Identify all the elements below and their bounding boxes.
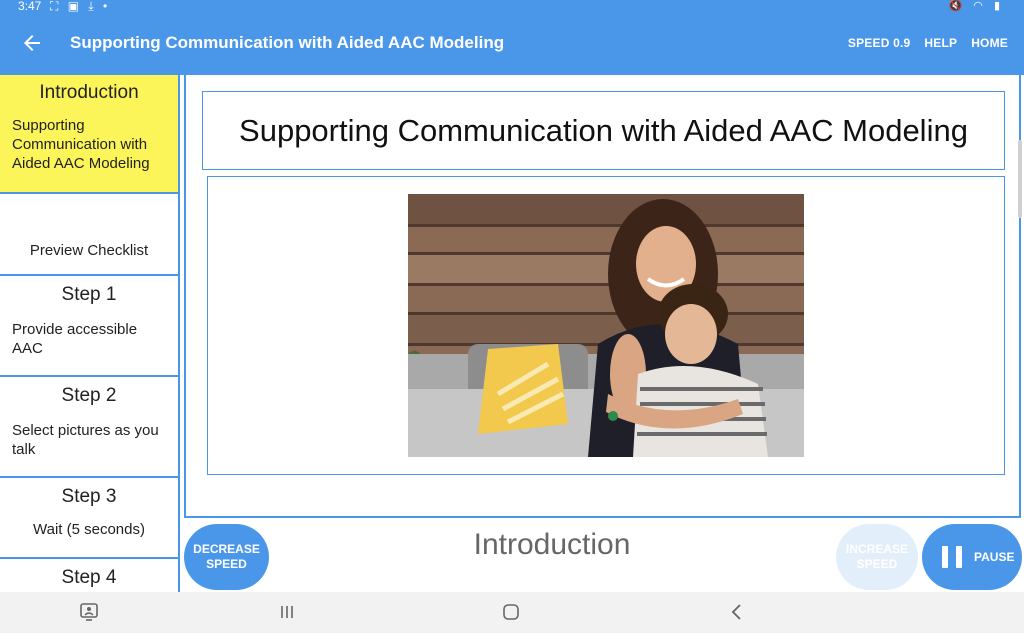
home-nav-icon[interactable] [500,601,522,623]
increase-speed-button[interactable]: INCREASE SPEED [836,524,918,590]
sidebar-item-title: Step 1 [61,284,117,305]
pause-button[interactable]: PAUSE [922,524,1022,590]
sidebar-item-description: Supporting Communication with Aided AAC … [12,117,150,172]
help-button[interactable]: HELP [924,36,957,50]
decrease-speed-button[interactable]: DECREASE SPEED [184,524,269,590]
sidebar-item-step-2[interactable]: Step 2 Select pictures as you talk [0,377,178,478]
sidebar-item-description: Wait (5 seconds) [33,521,145,538]
sidebar-item-step-4[interactable]: Step 4 [0,559,178,592]
status-time: 3:47 [18,0,42,13]
sidebar-item-step-3[interactable]: Step 3 Wait (5 seconds) [0,478,178,559]
home-button[interactable]: HOME [971,36,1008,50]
current-section-label: Introduction [473,528,631,561]
speed-button[interactable]: SPEED 0.9 [848,36,911,50]
pause-label: PAUSE [974,549,1015,564]
sidebar-item-preview-checklist[interactable]: Preview Checklist [0,194,178,276]
recent-apps-icon[interactable] [276,601,298,623]
sidebar-item-step-1[interactable]: Step 1 Provide accessible AAC [0,276,178,377]
app-title: Supporting Communication with Aided AAC … [70,33,505,52]
keyboard-switch-icon[interactable] [78,601,100,623]
scrollbar-thumb[interactable] [1018,140,1022,218]
system-icons: 🔇 ◠ ▮ [948,0,1004,12]
app-bar: Supporting Communication with Aided AAC … [0,14,1024,75]
sidebar-item-label: Preview Checklist [29,242,149,259]
sidebar-item-introduction[interactable]: Introduction Supporting Communication wi… [0,75,178,194]
sidebar-item-description: Select pictures as you talk [12,422,159,458]
sidebar-item-title: Step 4 [61,567,117,588]
pause-icon [942,546,962,568]
sidebar: Introduction Supporting Communication wi… [0,75,180,592]
lesson-photo [408,194,804,457]
sidebar-item-description: Provide accessible AAC [12,321,138,357]
decrease-speed-line2: SPEED [206,557,247,571]
status-bar: 3:47 ⛶ ▣ ⤓ • 🔇 ◠ ▮ [0,0,1024,14]
decrease-speed-line1: DECREASE [193,542,260,556]
system-nav-bar [0,592,1024,633]
lesson-title-box: Supporting Communication with Aided AAC … [202,91,1005,170]
increase-speed-line1: INCREASE [845,542,908,556]
sidebar-item-title: Step 2 [61,385,117,406]
app-actions: SPEED 0.9 HELP HOME [848,36,1008,50]
back-arrow-icon[interactable] [20,31,44,55]
lesson-title: Supporting Communication with Aided AAC … [239,112,968,148]
sidebar-item-title: Introduction [39,82,139,103]
sidebar-item-title: Step 3 [61,486,117,507]
notification-icons: ⛶ ▣ ⤓ • [50,0,111,13]
back-nav-icon[interactable] [726,601,748,623]
increase-speed-line2: SPEED [856,557,898,571]
